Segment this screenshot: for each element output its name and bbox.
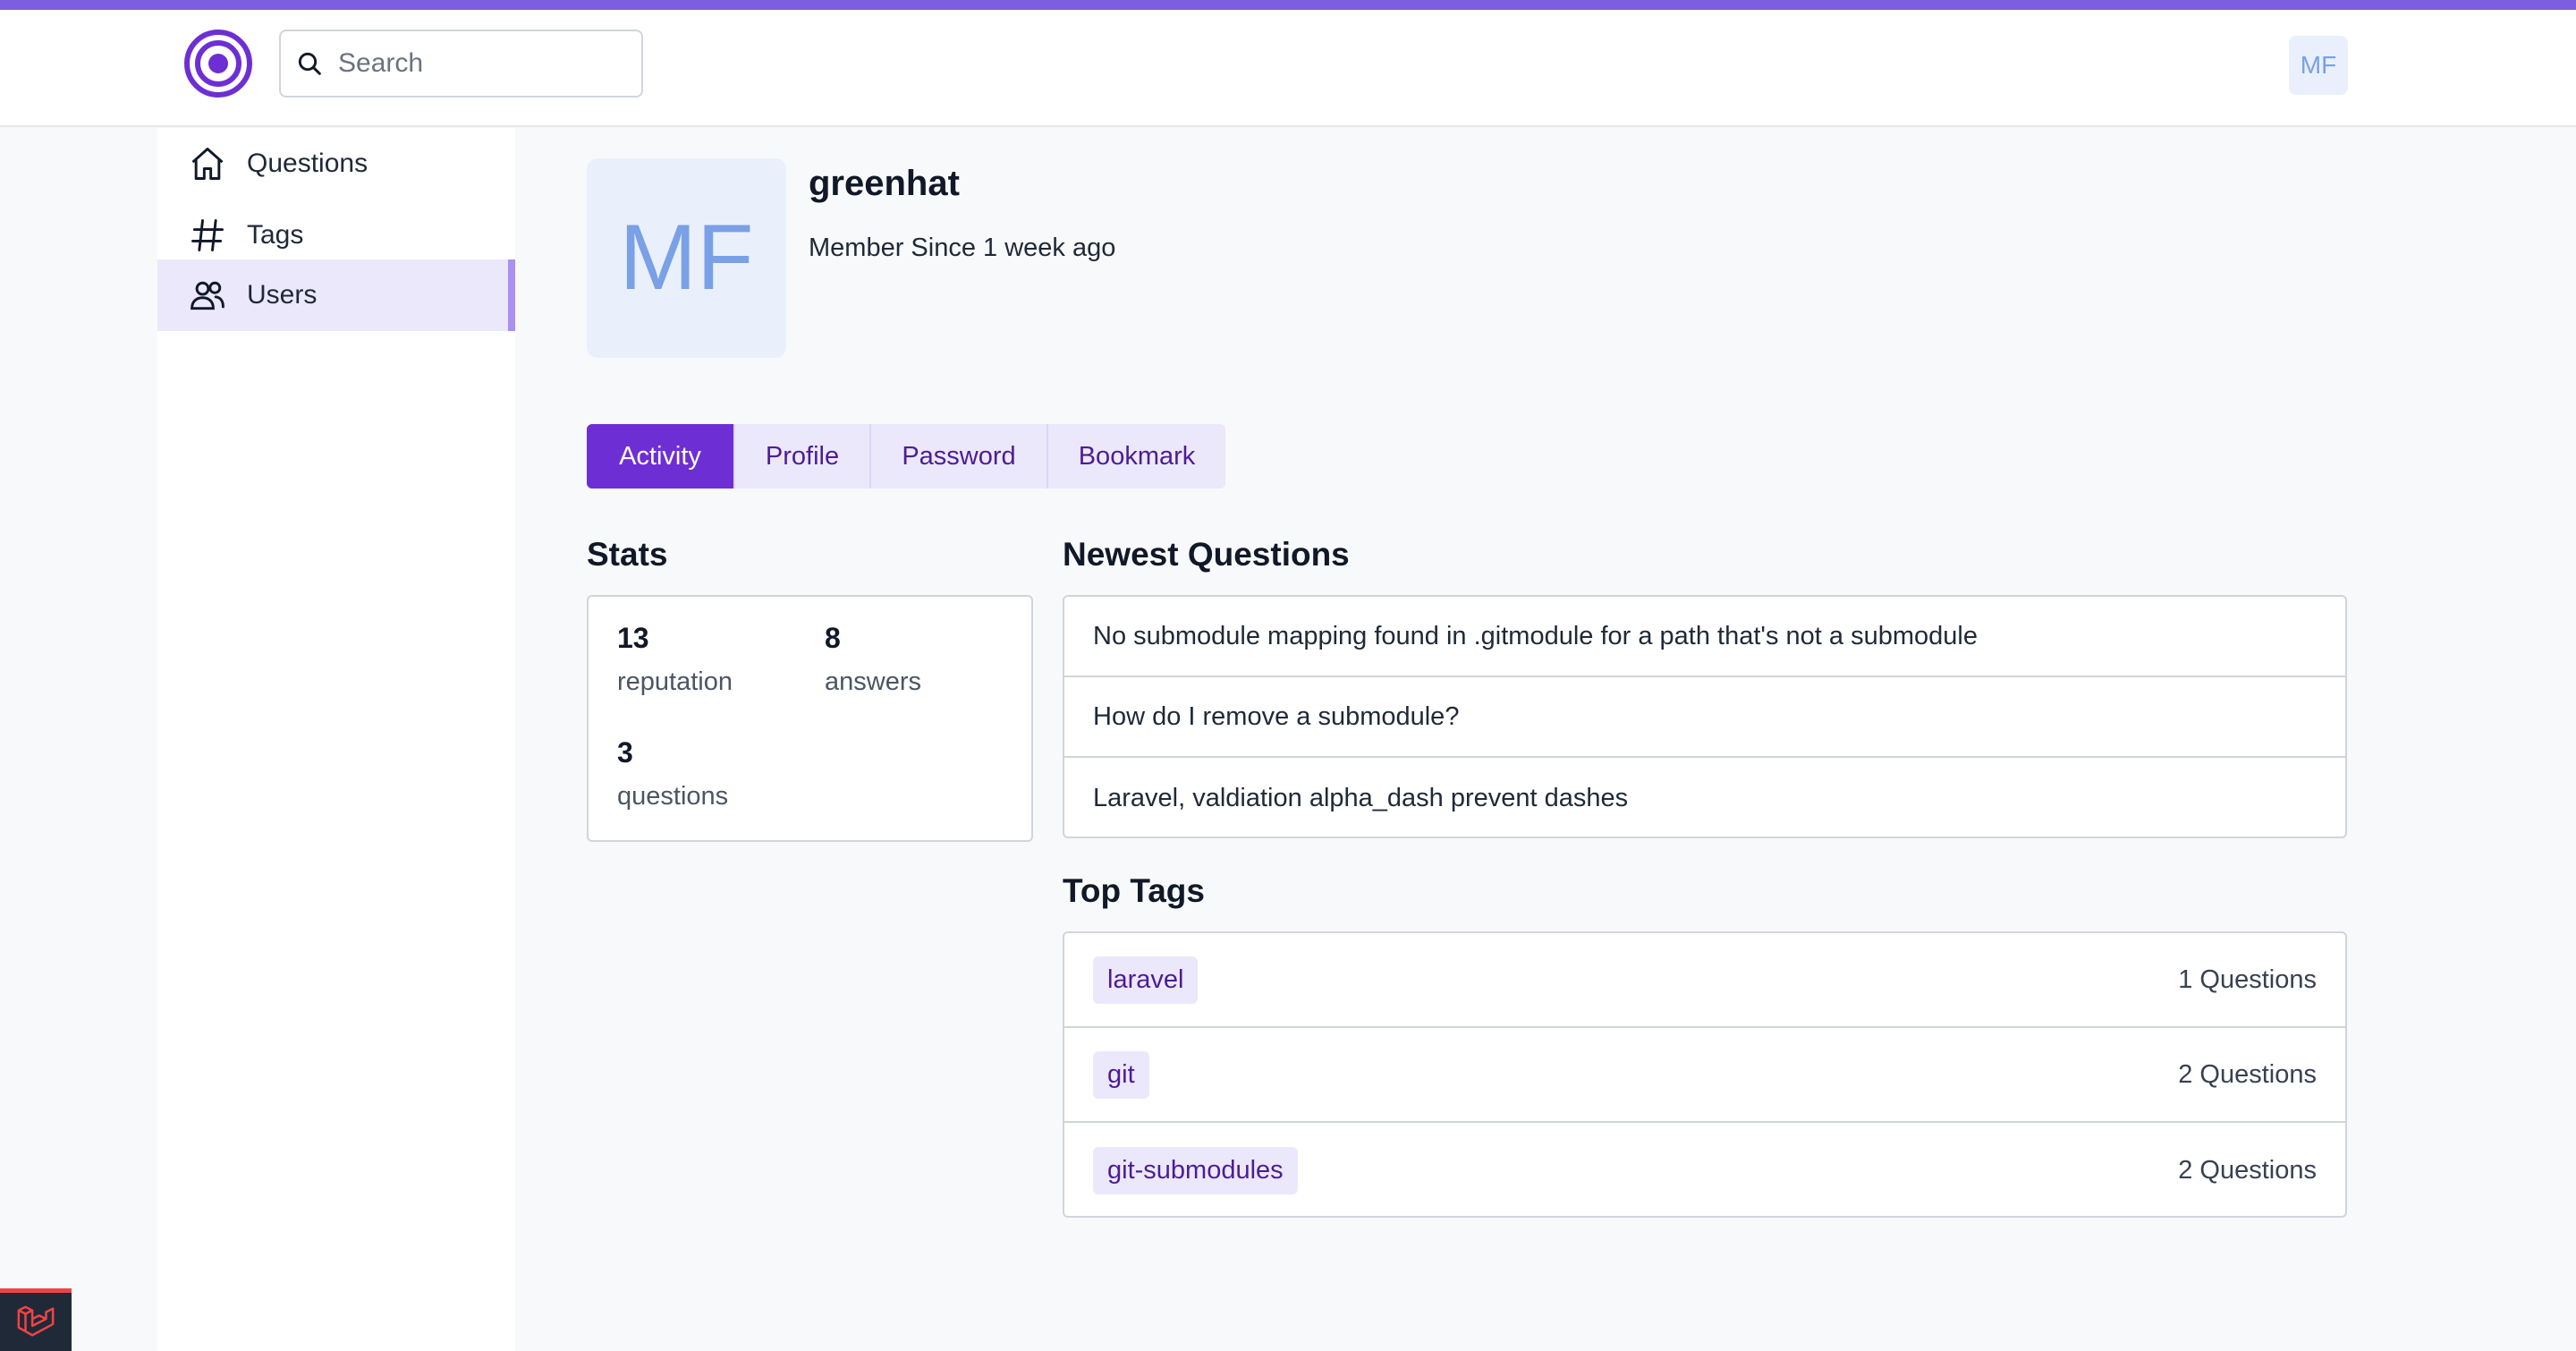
top-accent-bar — [0, 0, 2576, 10]
list-item: laravel 1 Questions — [1064, 933, 2345, 1028]
tab-activity[interactable]: Activity — [587, 424, 735, 489]
profile-avatar: MF — [587, 158, 786, 358]
list-item[interactable]: No submodule mapping found in .gitmodule… — [1064, 597, 2345, 677]
hash-icon — [191, 219, 224, 251]
top-tags-title: Top Tags — [1063, 872, 1205, 909]
stat-label: reputation — [617, 667, 733, 696]
member-since-text: Member Since 1 week ago — [809, 234, 1116, 262]
search-icon — [298, 52, 321, 75]
sidebar: Questions Tags Users — [157, 128, 515, 1351]
stats-title: Stats — [587, 536, 668, 573]
list-item: git 2 Questions — [1064, 1028, 2345, 1123]
stat-value: 3 — [617, 736, 633, 769]
home-icon — [191, 148, 224, 180]
list-item[interactable]: How do I remove a submodule? — [1064, 677, 2345, 758]
sidebar-item-questions[interactable]: Questions — [157, 128, 515, 200]
tag-question-count: 1 Questions — [2178, 964, 2317, 994]
debugbar-toggle[interactable] — [0, 1288, 72, 1351]
newest-questions-list: No submodule mapping found in .gitmodule… — [1063, 595, 2347, 838]
logo-icon[interactable] — [184, 30, 252, 98]
stats-card: 13 reputation 8 answers 3 questions — [587, 595, 1033, 842]
sidebar-item-users[interactable]: Users — [157, 259, 515, 331]
list-item: git-submodules 2 Questions — [1064, 1123, 2345, 1216]
newest-questions-title: Newest Questions — [1063, 536, 1350, 573]
profile-tabs: Activity Profile Password Bookmark — [587, 424, 1225, 489]
stat-label: answers — [825, 667, 921, 696]
search-input[interactable] — [338, 37, 624, 90]
laravel-logo-icon — [17, 1305, 55, 1337]
users-icon — [191, 281, 225, 310]
top-header: MF — [0, 10, 2576, 127]
sidebar-item-label: Tags — [247, 220, 304, 250]
stat-questions: 3 questions — [617, 736, 728, 811]
tag-chip[interactable]: git — [1093, 1050, 1149, 1099]
list-item[interactable]: Laravel, valdiation alpha_dash prevent d… — [1064, 758, 2345, 837]
tag-question-count: 2 Questions — [2178, 1155, 2317, 1185]
sidebar-item-label: Questions — [247, 149, 369, 178]
stat-value: 13 — [617, 622, 649, 654]
top-tags-list: laravel 1 Questions git 2 Questions git-… — [1063, 931, 2347, 1218]
tab-password[interactable]: Password — [871, 424, 1048, 489]
tag-chip[interactable]: laravel — [1093, 956, 1199, 1004]
tab-bookmark[interactable]: Bookmark — [1048, 424, 1225, 489]
profile-username: greenhat — [809, 164, 960, 203]
tag-question-count: 2 Questions — [2178, 1059, 2317, 1089]
tag-chip[interactable]: git-submodules — [1093, 1146, 1298, 1194]
tab-profile[interactable]: Profile — [735, 424, 871, 489]
stat-label: questions — [617, 782, 729, 811]
search-box[interactable] — [279, 30, 643, 98]
stat-value: 8 — [825, 622, 841, 654]
user-avatar-menu[interactable]: MF — [2289, 36, 2348, 95]
stat-answers: 8 answers — [825, 622, 921, 697]
stat-reputation: 13 reputation — [617, 622, 733, 697]
sidebar-item-label: Users — [247, 280, 318, 310]
main-content: MF greenhat Member Since 1 week ago Acti… — [517, 128, 2576, 1351]
